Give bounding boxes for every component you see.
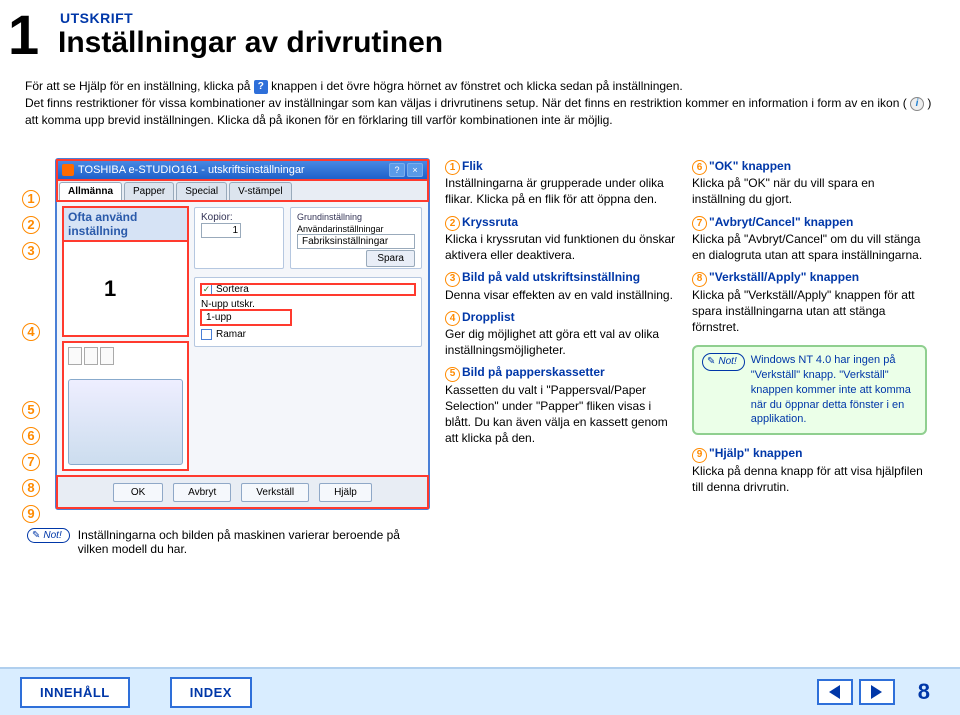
note-badge-label: Not!: [718, 355, 736, 369]
hjalp-button[interactable]: Hjälp: [319, 483, 372, 502]
grund-legend: Grundinställning: [297, 212, 415, 222]
kopior-label: Kopior:: [201, 212, 277, 223]
ramar-checkbox[interactable]: [201, 329, 212, 340]
legend-title-7: "Avbryt/Cancel" knappen: [709, 215, 853, 229]
legend-title-5: Bild på papperskassetter: [462, 365, 605, 379]
sortera-label: Sortera: [216, 284, 249, 295]
note-badge-label: Not!: [43, 530, 61, 541]
legend-num-4: 4: [445, 311, 460, 326]
page-footer: INNEHÅLL INDEX 8: [0, 667, 960, 715]
printer-device-icon: [68, 379, 183, 465]
help-icon: ?: [254, 80, 268, 94]
green-note-box: ✎Not! Windows NT 4.0 har ingen på "Verks…: [692, 345, 927, 435]
intro-text-1a: För att se Hjälp för en inställning, kli…: [25, 79, 254, 93]
close-button[interactable]: ×: [407, 163, 423, 177]
nupp-dropdown[interactable]: 1-upp: [201, 310, 291, 325]
legend-num-3: 3: [445, 272, 460, 287]
sortera-checkbox[interactable]: ✓: [201, 284, 212, 295]
tab-special[interactable]: Special: [176, 182, 227, 200]
nupp-label: N-upp utskr.: [201, 299, 255, 310]
legend-body-7: Klicka på "Avbryt/Cancel" om du vill stä…: [692, 231, 927, 263]
legend-body-6: Klicka på "OK" när du vill spara en inst…: [692, 175, 927, 207]
legend-title-9: "Hjälp" knappen: [709, 446, 802, 460]
anvandar-dropdown[interactable]: Fabriksinställningar: [297, 234, 415, 249]
legend-title-1: Flik: [462, 159, 483, 173]
legend-num-6: 6: [692, 160, 707, 175]
dialog-actions: OK Avbryt Verkställ Hjälp: [57, 476, 428, 508]
printer-preview: [63, 342, 188, 470]
verkstall-button[interactable]: Verkställ: [241, 483, 309, 502]
dialog-title: TOSHIBA e-STUDIO161 - utskriftsinställni…: [78, 164, 305, 176]
tab-papper[interactable]: Papper: [124, 182, 174, 200]
titlebar-help-button[interactable]: ?: [389, 163, 405, 177]
info-icon: i: [910, 97, 924, 111]
anvandar-label: Användarinställningar: [297, 224, 415, 234]
legend-num-5: 5: [445, 367, 460, 382]
legend-body-8: Klicka på "Verkställ/Apply" knappen för …: [692, 287, 927, 336]
intro-text-2a: Det finns restriktioner för vissa kombin…: [25, 96, 910, 110]
note-badge-green: ✎Not!: [702, 353, 745, 371]
legend-title-3: Bild på vald utskriftsinställning: [462, 270, 640, 284]
legend-title-2: Kryssruta: [462, 215, 518, 229]
legend-body-1: Inställningarna är grupperade under olik…: [445, 175, 680, 207]
page-title: Inställningar av drivrutinen: [58, 26, 443, 60]
legend-body-4: Ger dig möjlighet att göra ett val av ol…: [445, 326, 680, 358]
dialog-titlebar: TOSHIBA e-STUDIO161 - utskriftsinställni…: [57, 160, 428, 180]
pencil-icon: ✎: [32, 530, 40, 541]
tab-bar: Allmänna Papper Special V-stämpel: [57, 180, 428, 201]
prev-page-button[interactable]: [817, 679, 853, 705]
intro-paragraph: För att se Hjälp för en inställning, kli…: [25, 78, 935, 128]
note-text: Inställningarna och bilden på maskinen v…: [78, 528, 433, 556]
green-note-text: Windows NT 4.0 har ingen på "Verkställ" …: [751, 353, 917, 427]
triangle-right-icon: [871, 685, 882, 699]
spara-button[interactable]: Spara: [366, 250, 415, 267]
app-icon: [62, 164, 74, 176]
document-stack-icon: [68, 347, 183, 375]
ramar-label: Ramar: [216, 329, 246, 340]
legend-body-5: Kassetten du valt i "Pappersval/Paper Se…: [445, 382, 680, 447]
contents-button[interactable]: INNEHÅLL: [20, 677, 130, 708]
legend-num-2: 2: [445, 216, 460, 231]
page-number: 8: [918, 679, 930, 705]
legend-title-4: Dropplist: [462, 310, 515, 324]
legend-title-6: "OK" knappen: [709, 159, 791, 173]
index-button[interactable]: INDEX: [170, 677, 252, 708]
section-pretitle: UTSKRIFT: [60, 10, 133, 26]
tab-allmanna[interactable]: Allmänna: [59, 182, 122, 200]
pencil-icon: ✎: [707, 355, 715, 369]
avbryt-button[interactable]: Avbryt: [173, 483, 231, 502]
legend-title-8: "Verkställ/Apply" knappen: [709, 270, 859, 284]
legend-num-8: 8: [692, 272, 707, 287]
legend-body-3: Denna visar effekten av en vald inställn…: [445, 287, 680, 303]
ofta-header: Ofta använd inställning: [63, 207, 188, 241]
intro-text-1b: knappen i det övre högra hörnet av fönst…: [271, 79, 683, 93]
legend-num-9: 9: [692, 448, 707, 463]
next-page-button[interactable]: [859, 679, 895, 705]
kopior-spinner[interactable]: 1: [201, 223, 241, 238]
legend-body-2: Klicka i kryssrutan vid funktionen du ön…: [445, 231, 680, 263]
triangle-left-icon: [829, 685, 840, 699]
note-badge: ✎Not!: [27, 528, 70, 543]
legend-num-1: 1: [445, 160, 460, 175]
dialog-window: TOSHIBA e-STUDIO161 - utskriftsinställni…: [55, 158, 430, 510]
chapter-number: 1: [8, 2, 39, 67]
tab-vstampel[interactable]: V-stämpel: [229, 182, 291, 200]
legend-body-9: Klicka på denna knapp för att visa hjälp…: [692, 463, 927, 495]
legend-num-7: 7: [692, 216, 707, 231]
ok-button[interactable]: OK: [113, 483, 163, 502]
preset-preview: 1: [63, 241, 188, 336]
preset-number: 1: [104, 276, 116, 302]
